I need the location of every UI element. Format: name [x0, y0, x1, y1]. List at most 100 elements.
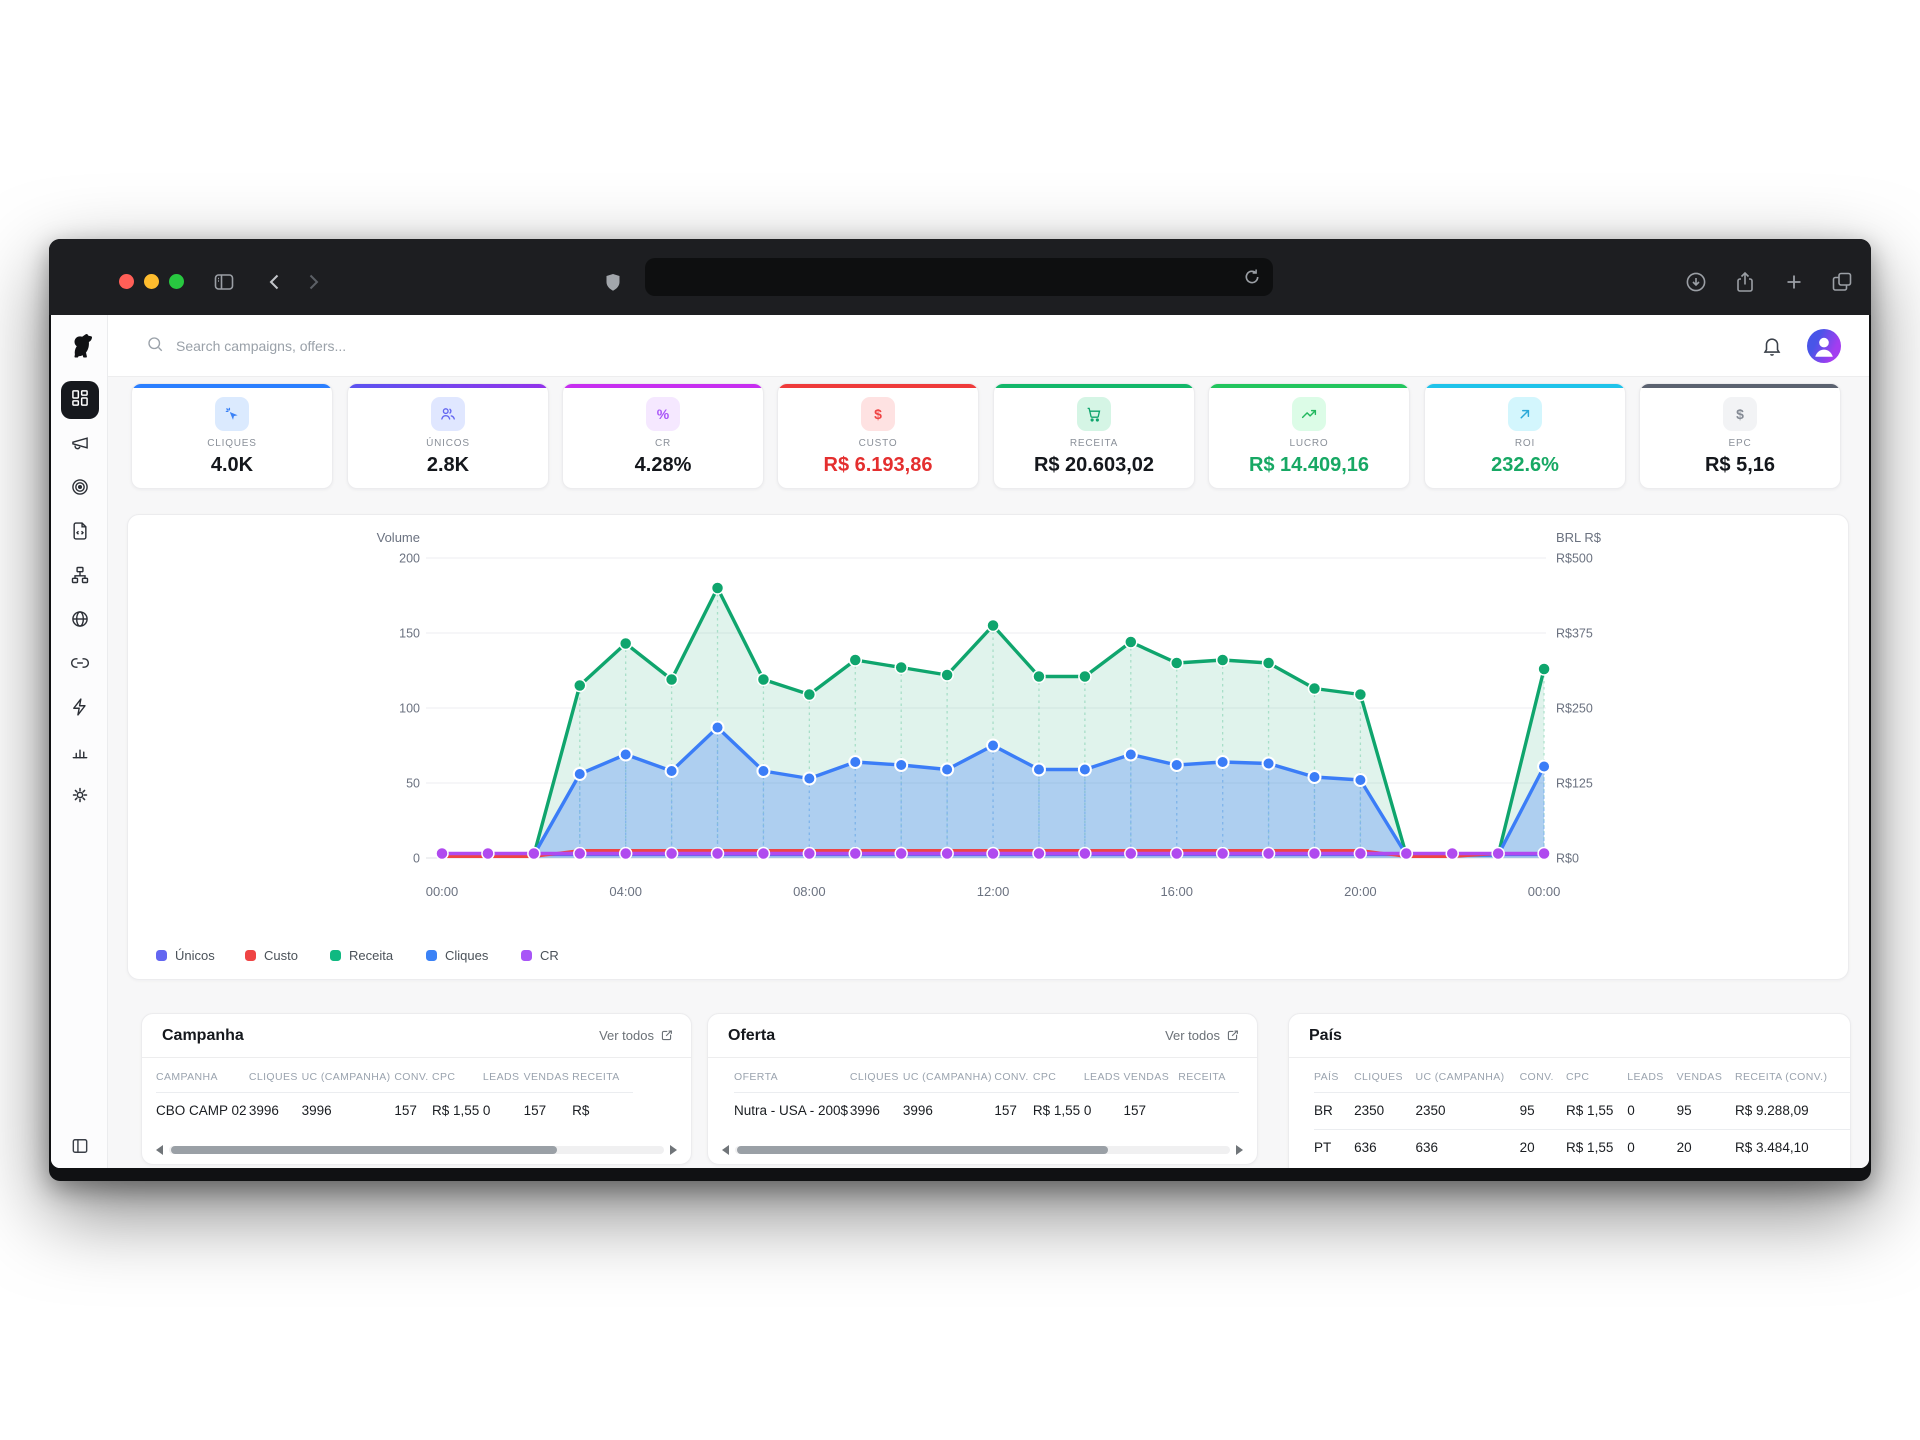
new-tab-icon[interactable]: [1782, 270, 1806, 294]
legend-swatch: [521, 950, 532, 961]
column-header: CLIQUES: [1354, 1062, 1415, 1092]
svg-text:150: 150: [399, 627, 420, 641]
sidebar-item-campaigns[interactable]: [61, 427, 99, 463]
table-row[interactable]: BR2350235095R$ 1,55095R$ 9.288,09: [1314, 1092, 1851, 1129]
column-header: CPC: [432, 1062, 483, 1092]
panel-collapse-icon[interactable]: [51, 1136, 108, 1156]
column-header: LEADS: [483, 1062, 524, 1092]
bell-icon[interactable]: [1761, 335, 1783, 357]
column-header: RECEITA: [1178, 1062, 1239, 1092]
table-cell: Nutra - USA - 200$: [734, 1092, 850, 1129]
horizontal-scrollbar[interactable]: [156, 1144, 677, 1156]
column-header: CLIQUES: [850, 1062, 903, 1092]
scrollbar-thumb[interactable]: [737, 1146, 1108, 1154]
sidebar-item-links[interactable]: [61, 647, 99, 683]
scrollbar-track[interactable]: [735, 1146, 1230, 1154]
sidebar-item-dashboard[interactable]: [61, 381, 99, 419]
sidebar-item-landers[interactable]: [61, 515, 99, 551]
sidebar-item-settings[interactable]: [61, 779, 99, 815]
svg-text:04:00: 04:00: [609, 884, 642, 899]
column-header: UC (CAMPANHA): [302, 1062, 395, 1092]
tabs-overview-icon[interactable]: [1830, 270, 1854, 294]
reload-icon[interactable]: [1241, 266, 1263, 288]
table-cell: 3996: [302, 1092, 395, 1129]
scrollbar-thumb[interactable]: [171, 1146, 557, 1154]
forward-icon[interactable]: [301, 270, 325, 294]
stat-value: 232.6%: [1425, 454, 1625, 477]
table-cell: R$: [572, 1092, 633, 1129]
ver-todos-link[interactable]: Ver todos: [1165, 1028, 1239, 1043]
table-cell: 636: [1354, 1129, 1415, 1166]
horizontal-scrollbar[interactable]: [722, 1144, 1243, 1156]
search-input[interactable]: Search campaigns, offers...: [146, 315, 346, 377]
table-title: Campanha: [162, 1027, 244, 1045]
table-row[interactable]: CBO CAMP 0239963996157R$ 1,550157R$: [156, 1092, 633, 1129]
table-row[interactable]: PT63663620R$ 1,55020R$ 3.484,10: [1314, 1129, 1851, 1166]
sidebar-item-automations[interactable]: [61, 691, 99, 727]
table-cell: PT: [1314, 1129, 1354, 1166]
url-bar[interactable]: [645, 258, 1273, 296]
stat-label: EPC: [1640, 438, 1840, 449]
scrollbar-track[interactable]: [169, 1146, 664, 1154]
table-title: País: [1309, 1027, 1342, 1045]
dollar-icon: $: [861, 397, 895, 431]
legend-item-receita[interactable]: Receita: [330, 948, 393, 963]
legend-swatch: [330, 950, 341, 961]
app-header: Search campaigns, offers...: [108, 315, 1869, 377]
line-chart[interactable]: 0R$050R$125100R$250150R$375200R$500Volum…: [128, 515, 1850, 981]
column-header: RECEITA (CONV.): [1735, 1062, 1851, 1092]
legend-swatch: [245, 950, 256, 961]
table-cell: 157: [994, 1092, 1033, 1129]
scroll-left-icon[interactable]: [722, 1145, 729, 1155]
arrow-up-right-icon: [1508, 397, 1542, 431]
back-icon[interactable]: [263, 270, 287, 294]
legend-item-cliques[interactable]: Cliques: [426, 948, 488, 963]
sidebar-item-domains[interactable]: [61, 603, 99, 639]
download-icon[interactable]: [1684, 270, 1708, 294]
share-icon[interactable]: [1733, 270, 1757, 294]
stat-label: RECEITA: [994, 438, 1194, 449]
legend-swatch: [426, 950, 437, 961]
table-cell: 0: [1084, 1092, 1124, 1129]
sidebar-item-flows[interactable]: [61, 559, 99, 595]
legend-swatch: [156, 950, 167, 961]
sitemap-icon: [70, 565, 90, 590]
bar-chart-icon: [70, 741, 90, 766]
legend-item-unicos[interactable]: Únicos: [156, 948, 215, 963]
column-header: VENDAS: [1677, 1062, 1735, 1092]
scroll-right-icon[interactable]: [670, 1145, 677, 1155]
accent-bar: [778, 384, 978, 388]
shield-icon[interactable]: [601, 271, 625, 295]
link-icon: [70, 653, 90, 678]
stat-card-receita: RECEITA R$ 20.603,02: [993, 383, 1195, 489]
stat-card-epc: $ EPC R$ 5,16: [1639, 383, 1841, 489]
accent-bar: [1640, 384, 1840, 388]
legend-item-cr[interactable]: CR: [521, 948, 559, 963]
dog-logo[interactable]: [51, 315, 108, 377]
close-button[interactable]: [119, 274, 134, 289]
scroll-left-icon[interactable]: [156, 1145, 163, 1155]
column-header: VENDAS: [524, 1062, 573, 1092]
campanha-table-card: Campanha Ver todos CAMPANHACLIQUESUC (CA…: [141, 1013, 692, 1165]
sidebar-item-offers[interactable]: [61, 471, 99, 507]
table-row[interactable]: Nutra - USA - 200$39963996157R$ 1,550157: [734, 1092, 1239, 1129]
zoom-button[interactable]: [169, 274, 184, 289]
user-avatar[interactable]: [1807, 329, 1841, 363]
table-cell: R$ 1,55: [1033, 1092, 1084, 1129]
svg-text:BRL R$: BRL R$: [1556, 530, 1602, 545]
table-cell: 20: [1520, 1129, 1566, 1166]
scroll-right-icon[interactable]: [1236, 1145, 1243, 1155]
browser-chrome: [49, 239, 1871, 315]
sidebar-toggle-icon[interactable]: [212, 270, 236, 294]
table-cell: [1178, 1092, 1239, 1129]
external-link-icon: [1226, 1029, 1239, 1042]
legend-item-custo[interactable]: Custo: [245, 948, 298, 963]
sidebar-item-reports[interactable]: [61, 735, 99, 771]
table-cell: 3996: [850, 1092, 903, 1129]
ver-todos-link[interactable]: Ver todos: [599, 1028, 673, 1043]
column-header: CONV.: [994, 1062, 1033, 1092]
table-cell: 20: [1677, 1129, 1735, 1166]
minimize-button[interactable]: [144, 274, 159, 289]
table-cell: 2350: [1415, 1092, 1519, 1129]
table-cell: 3996: [249, 1092, 302, 1129]
